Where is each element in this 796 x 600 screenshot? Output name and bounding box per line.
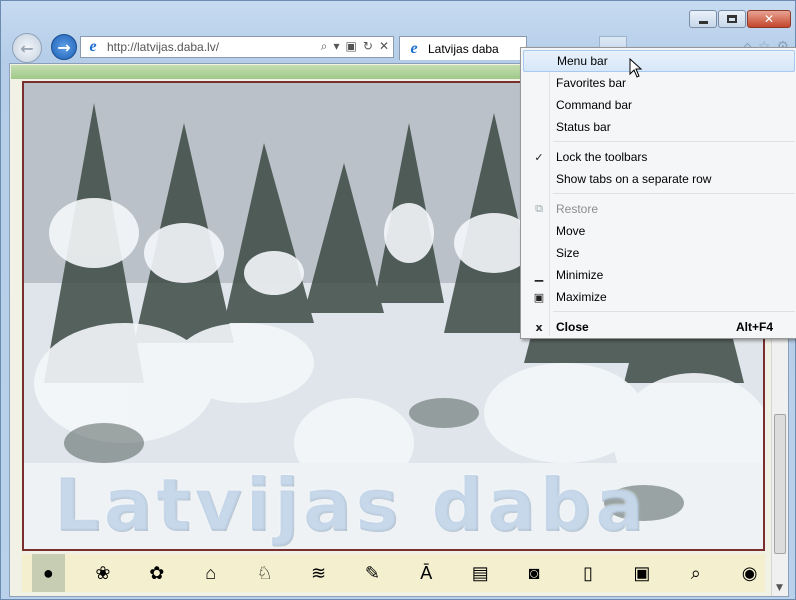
maximize-icon: ▣ [533, 290, 545, 304]
stone-icon[interactable]: ● [32, 554, 65, 592]
menu-item-menu-bar[interactable]: Menu bar [523, 50, 795, 72]
scroll-thumb[interactable] [774, 414, 786, 554]
caption-buttons: ✕ [689, 10, 791, 28]
restore-icon: ⧉ [535, 202, 543, 215]
minimize-icon [698, 20, 708, 24]
stop-icon[interactable]: ✕ [379, 39, 389, 54]
dropdown-icon[interactable]: ▾ [334, 39, 340, 54]
close-button[interactable]: ✕ [747, 10, 791, 28]
ie-page-icon: e [89, 38, 97, 55]
refresh-icon[interactable]: ↻ [363, 39, 373, 54]
close-icon: x [535, 320, 543, 334]
maximize-button[interactable] [718, 10, 746, 28]
abc-icon[interactable]: Ā [411, 558, 442, 588]
butterfly-landscape-icon[interactable]: ❀ [88, 558, 119, 588]
forward-button[interactable]: → [51, 34, 77, 60]
globe-icon[interactable]: ◉ [734, 558, 765, 588]
banner-text: Latvijas daba [54, 463, 648, 547]
scroll-down-icon[interactable]: ▼ [776, 583, 783, 593]
camera-icon[interactable]: ◙ [519, 558, 550, 588]
water-icon[interactable]: ≋ [303, 558, 334, 588]
menu-item-tabs-separate-row[interactable]: Show tabs on a separate row [523, 168, 795, 190]
browser-window: ✕ ← → e http://latvijas.daba.lv/ ⌕ ▾ ▣ ↻… [0, 0, 796, 600]
checkmark-icon: ✓ [534, 150, 544, 164]
minimize-icon: ▁ [534, 268, 544, 282]
menu-item-minimize[interactable]: ▁ Minimize [523, 264, 795, 286]
menu-item-close[interactable]: x Close Alt+F4 [523, 316, 795, 338]
book-icon[interactable]: ▯ [573, 558, 604, 588]
arrow-right-icon: → [57, 37, 71, 57]
deer-icon[interactable]: ♘ [249, 558, 280, 588]
url-text[interactable]: http://latvijas.daba.lv/ [107, 40, 219, 54]
address-tools: ⌕ ▾ ▣ ↻ ✕ [321, 39, 389, 54]
menu-separator [553, 141, 795, 142]
tab-title: Latvijas daba [428, 41, 499, 56]
menu-separator [553, 311, 795, 312]
section-iconbar: ● ❀ ✿ ⌂ ♘ ≋ ✎ Ā ▤ ◙ ▯ ▣ ⌕ ◉ [22, 554, 765, 592]
maximize-icon [727, 15, 737, 23]
address-bar[interactable]: e http://latvijas.daba.lv/ ⌕ ▾ ▣ ↻ ✕ [80, 36, 394, 58]
computer-icon[interactable]: ▣ [626, 558, 657, 588]
magnifier-icon[interactable]: ⌕ [680, 558, 711, 588]
arrow-left-icon: ← [20, 38, 34, 58]
menu-item-maximize[interactable]: ▣ Maximize [523, 286, 795, 308]
mushroom-icon[interactable]: ⌂ [195, 558, 226, 588]
mouse-cursor-icon [629, 58, 643, 78]
menu-item-restore: ⧉ Restore [523, 198, 795, 220]
flower-icon[interactable]: ✿ [141, 558, 172, 588]
ie-tab-icon: e [410, 39, 418, 57]
menu-item-command-bar[interactable]: Command bar [523, 94, 795, 116]
menu-item-lock-toolbars[interactable]: ✓ Lock the toolbars [523, 146, 795, 168]
tab-latvijas-daba[interactable]: e Latvijas daba [399, 36, 527, 60]
menu-item-favorites-bar[interactable]: Favorites bar [523, 72, 795, 94]
minimize-button[interactable] [689, 10, 717, 28]
compat-view-icon[interactable]: ▣ [346, 39, 357, 54]
menu-item-size[interactable]: Size [523, 242, 795, 264]
toolbar-context-menu: Menu bar Favorites bar Command bar Statu… [520, 47, 796, 339]
tools-icon[interactable]: ✎ [357, 558, 388, 588]
close-icon: ✕ [763, 12, 775, 26]
back-button[interactable]: ← [12, 33, 42, 63]
notes-icon[interactable]: ▤ [465, 558, 496, 588]
close-shortcut: Alt+F4 [735, 320, 773, 334]
search-icon[interactable]: ⌕ [321, 39, 328, 54]
menu-item-move[interactable]: Move [523, 220, 795, 242]
menu-item-status-bar[interactable]: Status bar [523, 116, 795, 138]
menu-separator [553, 193, 795, 194]
